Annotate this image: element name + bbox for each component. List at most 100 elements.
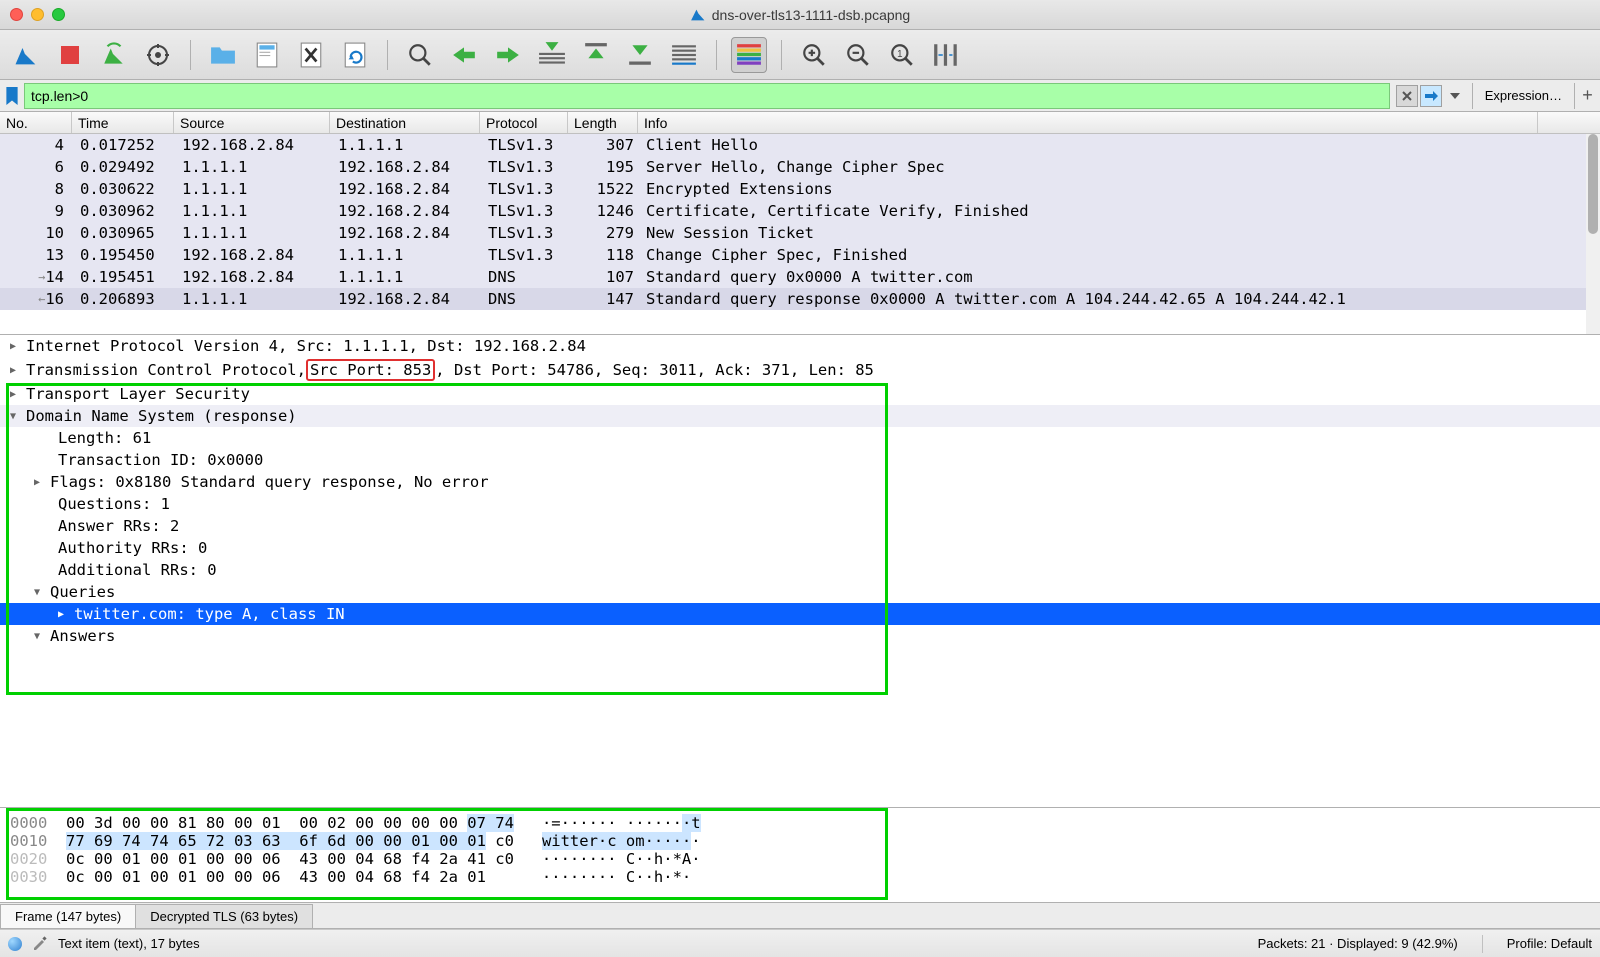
packet-list-scrollbar[interactable]: [1586, 134, 1600, 334]
packet-row[interactable]: 90.0309621.1.1.1192.168.2.84TLSv1.31246C…: [0, 200, 1600, 222]
restart-capture-button[interactable]: [96, 37, 132, 73]
expand-icon[interactable]: ▶: [10, 341, 26, 352]
save-file-button[interactable]: [249, 37, 285, 73]
detail-dns-queries[interactable]: ▼Queries: [0, 581, 1600, 603]
expand-icon[interactable]: ▶: [58, 609, 74, 620]
packet-cell: 1.1.1.1: [332, 246, 482, 264]
detail-tcp[interactable]: ▶Transmission Control Protocol, Src Port…: [0, 357, 1600, 383]
packet-cell: Change Cipher Spec, Finished: [640, 246, 1540, 264]
zoom-in-button[interactable]: [796, 37, 832, 73]
expression-button[interactable]: Expression…: [1472, 83, 1574, 109]
go-forward-button[interactable]: [490, 37, 526, 73]
packet-cell: 1.1.1.1: [332, 136, 482, 154]
packet-cell: 0.195451: [74, 268, 176, 286]
stop-capture-button[interactable]: [52, 37, 88, 73]
packet-cell: 0.195450: [74, 246, 176, 264]
packet-cell: 192.168.2.84: [176, 136, 332, 154]
collapse-icon[interactable]: ▼: [10, 411, 26, 422]
display-filter-input[interactable]: [24, 83, 1390, 109]
packet-cell: Standard query response 0x0000 A twitter…: [640, 290, 1540, 308]
packet-cell: New Session Ticket: [640, 224, 1540, 242]
open-file-button[interactable]: [205, 37, 241, 73]
hex-line-2: 0020 0c 00 01 00 01 00 00 06 43 00 04 68…: [0, 850, 1600, 868]
window-minimize-button[interactable]: [31, 8, 44, 21]
packet-row[interactable]: ←160.2068931.1.1.1192.168.2.84DNS147Stan…: [0, 288, 1600, 310]
packet-cell: 1.1.1.1: [332, 268, 482, 286]
go-back-button[interactable]: [446, 37, 482, 73]
apply-filter-button[interactable]: [1420, 85, 1442, 107]
column-header-source[interactable]: Source: [174, 112, 330, 133]
detail-ipv4[interactable]: ▶Internet Protocol Version 4, Src: 1.1.1…: [0, 335, 1600, 357]
column-header-info[interactable]: Info: [638, 112, 1538, 133]
hex-dump-pane[interactable]: 0000 00 3d 00 00 81 80 00 01 00 02 00 00…: [0, 808, 1600, 903]
detail-dns-additional-rrs[interactable]: Additional RRs: 0: [0, 559, 1600, 581]
zoom-reset-button[interactable]: 1: [884, 37, 920, 73]
packet-cell: 192.168.2.84: [176, 246, 332, 264]
packet-row[interactable]: 40.017252192.168.2.841.1.1.1TLSv1.3307Cl…: [0, 134, 1600, 156]
start-capture-button[interactable]: [8, 37, 44, 73]
detail-dns-questions[interactable]: Questions: 1: [0, 493, 1600, 515]
detail-dns-flags[interactable]: ▶Flags: 0x8180 Standard query response, …: [0, 471, 1600, 493]
window-close-button[interactable]: [10, 8, 23, 21]
packet-details-pane[interactable]: ▶Internet Protocol Version 4, Src: 1.1.1…: [0, 335, 1600, 808]
packet-cell: 192.168.2.84: [176, 268, 332, 286]
resize-columns-button[interactable]: [928, 37, 964, 73]
detail-dns-answer-rrs[interactable]: Answer RRs: 2: [0, 515, 1600, 537]
expand-icon[interactable]: ▶: [34, 477, 50, 488]
packet-row[interactable]: 130.195450192.168.2.841.1.1.1TLSv1.3118C…: [0, 244, 1600, 266]
detail-dns-query-item[interactable]: ▶twitter.com: type A, class IN: [0, 603, 1600, 625]
bookmark-icon[interactable]: [0, 80, 24, 111]
find-packet-button[interactable]: [402, 37, 438, 73]
tab-frame[interactable]: Frame (147 bytes): [0, 904, 136, 928]
packet-cell: ←16: [2, 290, 74, 308]
packet-cell: TLSv1.3: [482, 180, 570, 198]
zoom-out-button[interactable]: [840, 37, 876, 73]
column-header-destination[interactable]: Destination: [330, 112, 480, 133]
packet-cell: Server Hello, Change Cipher Spec: [640, 158, 1540, 176]
packet-row[interactable]: →140.195451192.168.2.841.1.1.1DNS107Stan…: [0, 266, 1600, 288]
status-profile[interactable]: Profile: Default: [1507, 936, 1592, 951]
detail-dns-length[interactable]: Length: 61: [0, 427, 1600, 449]
collapse-icon[interactable]: ▼: [34, 631, 50, 642]
detail-dns-answers[interactable]: ▼Answers: [0, 625, 1600, 647]
detail-tls[interactable]: ▶Transport Layer Security: [0, 383, 1600, 405]
expert-info-icon[interactable]: [8, 937, 22, 951]
go-to-packet-button[interactable]: [534, 37, 570, 73]
add-filter-button[interactable]: +: [1574, 83, 1600, 109]
colorize-button[interactable]: [731, 37, 767, 73]
expand-icon[interactable]: ▶: [10, 365, 26, 376]
packet-cell: 0.017252: [74, 136, 176, 154]
packet-cell: 1.1.1.1: [176, 180, 332, 198]
detail-dns[interactable]: ▼Domain Name System (response): [0, 405, 1600, 427]
packet-row[interactable]: 60.0294921.1.1.1192.168.2.84TLSv1.3195Se…: [0, 156, 1600, 178]
auto-scroll-button[interactable]: [666, 37, 702, 73]
edit-preferences-icon[interactable]: [32, 936, 48, 952]
column-header-no[interactable]: No.: [0, 112, 72, 133]
filter-dropdown-button[interactable]: [1444, 85, 1466, 107]
detail-dns-authority-rrs[interactable]: Authority RRs: 0: [0, 537, 1600, 559]
packet-cell: Standard query 0x0000 A twitter.com: [640, 268, 1540, 286]
packet-cell: 192.168.2.84: [332, 224, 482, 242]
packet-cell: 6: [2, 158, 74, 176]
go-first-packet-button[interactable]: [578, 37, 614, 73]
column-header-protocol[interactable]: Protocol: [480, 112, 568, 133]
row-arrow-icon: ←: [29, 292, 45, 306]
column-header-time[interactable]: Time: [72, 112, 174, 133]
packet-row[interactable]: 100.0309651.1.1.1192.168.2.84TLSv1.3279N…: [0, 222, 1600, 244]
window-zoom-button[interactable]: [52, 8, 65, 21]
column-header-length[interactable]: Length: [568, 112, 638, 133]
reload-file-button[interactable]: [337, 37, 373, 73]
collapse-icon[interactable]: ▼: [34, 587, 50, 598]
packet-cell: 192.168.2.84: [332, 290, 482, 308]
go-last-packet-button[interactable]: [622, 37, 658, 73]
capture-options-button[interactable]: [140, 37, 176, 73]
expand-icon[interactable]: ▶: [10, 389, 26, 400]
packet-row[interactable]: 80.0306221.1.1.1192.168.2.84TLSv1.31522E…: [0, 178, 1600, 200]
detail-dns-txid[interactable]: Transaction ID: 0x0000: [0, 449, 1600, 471]
packet-cell: 0.030965: [74, 224, 176, 242]
close-file-button[interactable]: [293, 37, 329, 73]
clear-filter-button[interactable]: [1396, 85, 1418, 107]
tab-decrypted-tls[interactable]: Decrypted TLS (63 bytes): [135, 904, 313, 928]
packet-cell: 13: [2, 246, 74, 264]
packet-cell: 1.1.1.1: [176, 202, 332, 220]
